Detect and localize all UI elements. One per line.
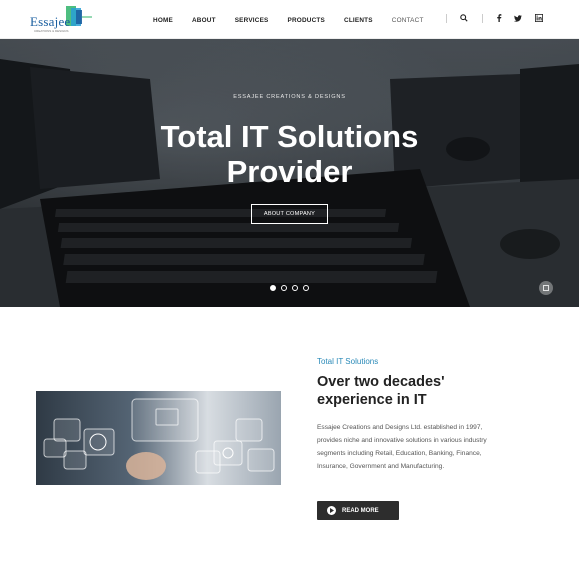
section-body: Essajee Creations and Designs Ltd. estab… xyxy=(317,424,487,470)
nav-services[interactable]: SERVICES xyxy=(235,17,269,24)
about-company-button[interactable]: ABOUT COMPANY xyxy=(251,204,328,224)
logo-text[interactable]: Essajee xyxy=(30,14,70,30)
hero-slider: ESSAJEE CREATIONS & DESIGNS Total IT Sol… xyxy=(0,39,579,307)
hero-title-line-2: Provider xyxy=(226,154,353,189)
search-icon[interactable] xyxy=(458,12,470,24)
slider-dots xyxy=(270,285,314,291)
hero-eyebrow: ESSAJEE CREATIONS & DESIGNS xyxy=(233,94,346,100)
hero-title-line-1: Total IT Solutions xyxy=(160,119,419,154)
nav-divider xyxy=(482,14,483,23)
site-header: Essajee CREATIONS & DESIGNS HOME ABOUT S… xyxy=(0,0,579,39)
slider-dot-1[interactable] xyxy=(270,285,276,291)
slider-dot-2[interactable] xyxy=(281,285,287,291)
nav-home[interactable]: HOME xyxy=(153,17,173,24)
tech-icons-illustration xyxy=(43,398,275,480)
nav-divider xyxy=(446,14,447,23)
read-more-button[interactable]: READ MORE xyxy=(317,501,399,520)
slider-dot-3[interactable] xyxy=(292,285,298,291)
twitter-icon[interactable] xyxy=(512,12,524,24)
section-kicker: Total IT Solutions xyxy=(317,357,379,366)
hero-title: Total IT Solutions Provider xyxy=(0,119,579,189)
play-icon xyxy=(327,506,336,515)
nav-about[interactable]: ABOUT xyxy=(192,17,216,24)
nav-contact[interactable]: CONTACT xyxy=(392,17,424,24)
section-heading: Over two decades' experience in IT xyxy=(317,374,445,408)
slider-dot-4[interactable] xyxy=(303,285,309,291)
read-more-label: READ MORE xyxy=(342,507,379,514)
main-nav: HOME ABOUT SERVICES PRODUCTS CLIENTS CON… xyxy=(153,14,443,26)
facebook-icon[interactable] xyxy=(493,12,505,24)
logo-tagline: CREATIONS & DESIGNS xyxy=(34,29,69,33)
nav-clients[interactable]: CLIENTS xyxy=(344,17,373,24)
slider-pause-button[interactable] xyxy=(539,281,553,295)
nav-products[interactable]: PRODUCTS xyxy=(288,17,325,24)
linkedin-icon[interactable] xyxy=(533,12,545,24)
it-solutions-image xyxy=(36,391,281,485)
